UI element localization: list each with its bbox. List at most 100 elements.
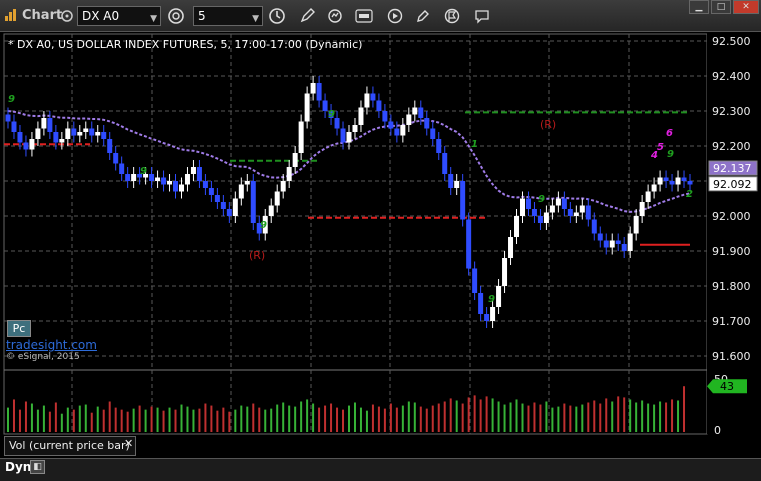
settings-button[interactable] xyxy=(57,6,77,26)
candle-body xyxy=(214,195,220,202)
price-tick: 92.200 xyxy=(712,140,751,153)
candle-body xyxy=(597,233,603,241)
candle-body xyxy=(178,184,184,192)
candle-body xyxy=(334,118,340,129)
candle-body xyxy=(83,128,89,132)
gear-icon xyxy=(61,10,73,22)
candle-body xyxy=(125,174,131,181)
candle-body xyxy=(274,191,280,206)
candle-body xyxy=(531,209,537,216)
close-icon[interactable]: ✕ xyxy=(124,437,133,450)
candle-body xyxy=(250,181,256,223)
candle-body xyxy=(370,93,376,101)
candle-body xyxy=(627,233,633,251)
candle-body xyxy=(107,139,113,153)
symbol-input[interactable]: DX A0 ▼ xyxy=(77,6,161,26)
count-label: 9 xyxy=(328,109,335,120)
candle-body xyxy=(196,167,202,181)
count-label: 9 xyxy=(538,194,545,205)
candle-body xyxy=(167,181,173,185)
candle-body xyxy=(412,107,418,115)
candle-body xyxy=(490,307,496,321)
minimize-button[interactable]: ▁ xyxy=(689,0,709,14)
candle-body xyxy=(394,128,400,136)
candle-body xyxy=(382,111,388,122)
candle-body xyxy=(322,100,328,111)
close-button[interactable]: ✕ xyxy=(733,0,759,14)
interval-value: 5 xyxy=(198,9,206,23)
pc-button[interactable]: Pc xyxy=(7,320,31,337)
candle-body xyxy=(59,139,65,143)
chart-header: * DX A0, US DOLLAR INDEX FUTURES, 5, 17:… xyxy=(8,38,363,51)
chart-icon xyxy=(5,9,16,21)
count-label: 9 xyxy=(140,166,147,177)
candle-body xyxy=(316,83,322,101)
candle-body xyxy=(645,191,651,202)
chevron-down-icon[interactable]: ▼ xyxy=(252,10,259,28)
candle-body xyxy=(292,153,298,167)
candle-body xyxy=(113,153,119,164)
info-button[interactable] xyxy=(354,6,374,26)
candle-body xyxy=(436,139,442,153)
candle-body xyxy=(430,128,436,139)
candle-body xyxy=(663,177,669,181)
clock-icon xyxy=(269,8,285,24)
brand-link[interactable]: tradesight.com xyxy=(6,338,97,352)
price-tick: 91.800 xyxy=(712,280,751,293)
candle-body xyxy=(202,181,208,188)
candle-body xyxy=(376,100,382,111)
candle-body xyxy=(23,142,29,150)
candle-body xyxy=(603,240,609,248)
candle-body xyxy=(226,209,232,216)
price-tick: 92.500 xyxy=(712,35,751,48)
target-button[interactable] xyxy=(166,6,186,26)
candle-body xyxy=(496,286,502,307)
price-tick: 92.300 xyxy=(712,105,751,118)
candle-body xyxy=(101,132,107,139)
candle-body xyxy=(304,93,310,122)
price-chart[interactable]: 999999124569(R)(R) 92.50092.40092.30092.… xyxy=(0,32,761,458)
target-icon xyxy=(168,8,184,24)
count-label: 2 xyxy=(686,189,693,200)
comment-button[interactable] xyxy=(472,6,492,26)
candle-body xyxy=(17,132,23,143)
info-icon xyxy=(355,9,373,23)
candle-body xyxy=(609,240,615,248)
price-tag-label: 92.137 xyxy=(713,162,752,175)
volume-study-label[interactable]: Vol (current price bar) xyxy=(4,436,136,456)
candle-body xyxy=(537,216,543,223)
candle-body xyxy=(208,188,214,195)
candle-body xyxy=(633,216,639,234)
candle-body xyxy=(514,216,520,237)
price-tick: 91.900 xyxy=(712,245,751,258)
zoom-button[interactable]: ◧ xyxy=(30,460,45,474)
candle-body xyxy=(155,177,161,181)
flag-icon xyxy=(444,8,460,24)
chevron-down-icon[interactable]: ▼ xyxy=(150,10,157,28)
time-button[interactable] xyxy=(267,6,287,26)
draw-button[interactable] xyxy=(297,6,317,26)
replay-button[interactable] xyxy=(385,6,405,26)
candle-body xyxy=(555,198,561,206)
study-button[interactable] xyxy=(325,6,345,26)
count-label: 6 xyxy=(666,128,673,139)
candle-body xyxy=(184,174,190,185)
candle-body xyxy=(615,240,621,244)
price-tick: 92.400 xyxy=(712,70,751,83)
candle-body xyxy=(232,198,238,216)
count-label: 1 xyxy=(471,139,478,150)
candle-body xyxy=(71,128,77,136)
count-label: 9 xyxy=(667,149,674,160)
candle-body xyxy=(591,219,597,234)
count-label: 9 xyxy=(8,94,15,105)
candle-body xyxy=(161,177,167,185)
maximize-button[interactable]: □ xyxy=(711,0,731,14)
flag-button[interactable] xyxy=(442,6,462,26)
interval-input[interactable]: 5 ▼ xyxy=(193,6,263,26)
candle-body xyxy=(687,181,693,185)
candle-body xyxy=(119,163,125,174)
alert-button[interactable] xyxy=(413,6,433,26)
candle-body xyxy=(651,184,657,192)
candle-body xyxy=(585,205,591,220)
candle-body xyxy=(424,118,430,129)
